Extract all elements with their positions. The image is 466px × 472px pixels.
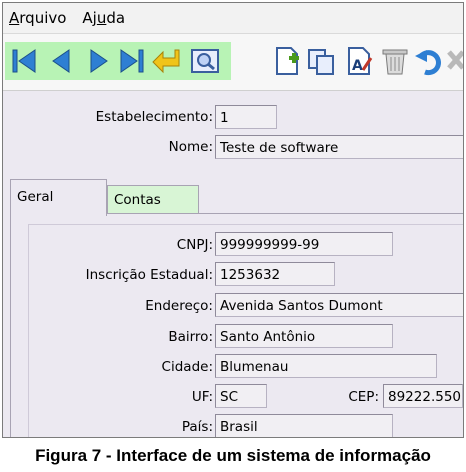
bairro-label: Bairro:: [168, 329, 213, 345]
previous-record-icon: [52, 49, 70, 73]
bairro-field[interactable]: Santo Antônio: [215, 324, 393, 348]
close-button[interactable]: [443, 42, 463, 80]
next-record-icon: [90, 49, 108, 73]
cidade-field[interactable]: Blumenau: [215, 354, 437, 378]
edit-text-button[interactable]: A: [341, 42, 377, 80]
menu-ajuda-mnemonic: u: [96, 9, 107, 27]
undo-icon: [415, 50, 441, 76]
menu-arquivo-mnemonic: A: [9, 9, 20, 27]
preview-icon: [191, 49, 219, 73]
uf-field[interactable]: SC: [215, 384, 267, 408]
cnpj-field[interactable]: 999999999-99: [215, 232, 393, 256]
uf-label: UF:: [191, 389, 213, 405]
pais-field[interactable]: Brasil: [215, 414, 393, 437]
first-record-button[interactable]: [7, 42, 43, 80]
svg-text:A: A: [352, 58, 363, 74]
estabelecimento-label: Estabelecimento:: [95, 109, 213, 125]
figure-caption: Figura 7 - Interface de um sistema de in…: [35, 446, 431, 465]
tab-contas[interactable]: Contas: [107, 185, 199, 213]
endereco-label: Endereço:: [145, 298, 213, 314]
nome-label: Nome:: [168, 139, 213, 155]
last-record-button[interactable]: [115, 42, 151, 80]
previous-record-button[interactable]: [43, 42, 79, 80]
inscricao-estadual-field[interactable]: 1253632: [215, 262, 335, 286]
application-window: Arquivo Ajuda A Estabelecimento: 1 Nome:…: [2, 2, 464, 438]
menu-ajuda[interactable]: Ajuda: [82, 9, 125, 27]
copy-icon: [308, 49, 334, 75]
menu-arquivo[interactable]: Arquivo: [9, 9, 66, 27]
undo-button[interactable]: [411, 42, 447, 80]
next-record-button[interactable]: [81, 42, 117, 80]
copy-button[interactable]: [303, 42, 339, 80]
close-icon: [447, 50, 463, 70]
endereco-field[interactable]: Avenida Santos Dumont: [215, 293, 463, 317]
nome-field[interactable]: Teste de software: [215, 135, 463, 159]
pais-label: País:: [181, 419, 213, 435]
return-button[interactable]: [149, 42, 185, 80]
tab-geral[interactable]: Geral: [10, 179, 107, 216]
menu-bar: Arquivo Ajuda: [3, 3, 463, 33]
delete-icon: [382, 49, 408, 75]
toolbar: A: [3, 33, 463, 91]
estabelecimento-field[interactable]: 1: [215, 105, 277, 129]
inscricao-estadual-label: Inscrição Estadual:: [85, 267, 213, 283]
cidade-label: Cidade:: [161, 359, 213, 375]
new-document-button[interactable]: [269, 42, 305, 80]
cnpj-label: CNPJ:: [176, 237, 213, 253]
last-record-icon: [120, 49, 144, 73]
preview-button[interactable]: [187, 42, 223, 80]
edit-text-icon: A: [348, 47, 373, 75]
menu-ajuda-label: da: [106, 9, 126, 27]
menu-ajuda-prefix: Aj: [82, 9, 97, 27]
cep-field[interactable]: 89222.550: [383, 384, 463, 408]
cep-label: CEP:: [348, 389, 379, 405]
new-document-icon: [276, 47, 299, 75]
menu-arquivo-label: rquivo: [19, 9, 67, 27]
return-icon: [152, 49, 180, 74]
delete-button[interactable]: [377, 42, 413, 80]
first-record-icon: [12, 49, 36, 73]
